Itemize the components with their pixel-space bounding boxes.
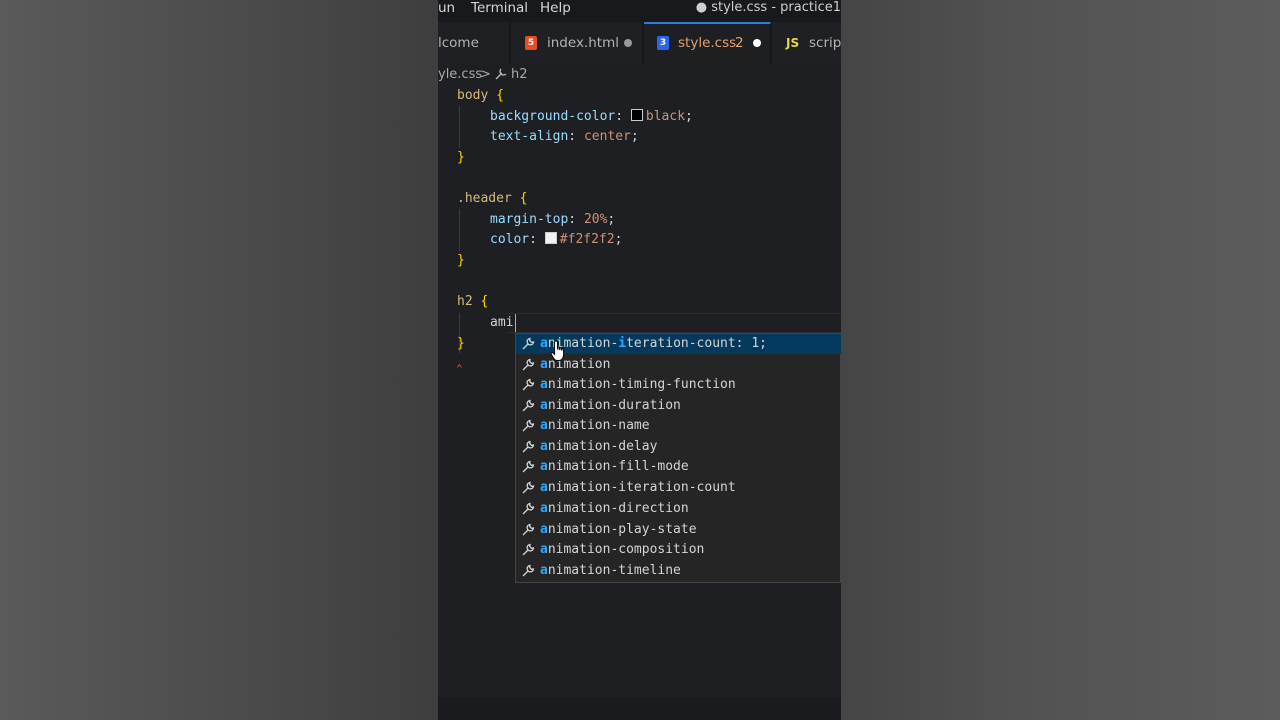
tab-welcome[interactable]: lcome — [438, 22, 510, 64]
code-line-3: text-align: center; — [490, 129, 639, 144]
suggest-item[interactable]: animation-direction — [516, 499, 841, 519]
color-swatch[interactable] — [630, 109, 643, 121]
video-backdrop-left — [0, 0, 438, 720]
menu-bar: un Terminal Help ● style.css - practice1 — [438, 0, 841, 22]
bottom-panel — [438, 697, 841, 720]
symbol-icon — [493, 66, 509, 86]
code-line-11: h2 { — [457, 294, 489, 309]
tab-label: style.css — [678, 35, 737, 51]
wrench-icon — [522, 440, 535, 453]
hand-pointer-cursor-icon — [550, 340, 564, 361]
wrench-icon — [522, 419, 535, 432]
code-line-1: body { — [457, 88, 504, 103]
menu-run[interactable]: un — [438, 0, 455, 16]
suggest-item[interactable]: animation-timing-function — [516, 375, 841, 395]
unsaved-dot-icon[interactable] — [624, 39, 632, 47]
suggest-item[interactable]: animation-duration — [516, 396, 841, 416]
indent-guide — [459, 209, 460, 251]
suggest-item[interactable]: animation-play-state — [516, 520, 841, 540]
current-line-highlight — [507, 313, 841, 333]
suggest-item[interactable]: animation-name — [516, 416, 841, 436]
tab-label: index.html — [547, 35, 619, 51]
wrench-icon — [522, 358, 535, 371]
code-line-2: background-color: black; — [490, 109, 693, 124]
wrench-icon — [522, 502, 535, 515]
color-swatch[interactable] — [544, 232, 557, 244]
video-backdrop-right — [841, 0, 1280, 720]
menu-help[interactable]: Help — [540, 0, 571, 16]
autocomplete-suggest-widget: animation-iteration-count: 1; animation … — [515, 333, 841, 583]
suggest-item[interactable]: animation-iteration-count — [516, 478, 841, 498]
code-line-6: .header { — [457, 191, 528, 206]
tab-label: script — [809, 35, 841, 51]
tab-style-css[interactable]: 3 style.css 2 — [644, 22, 771, 64]
tab-script-js[interactable]: JS script — [772, 22, 841, 64]
css3-icon: 3 — [657, 36, 669, 50]
suggest-item[interactable]: animation-fill-mode — [516, 457, 841, 477]
code-line-4: } — [457, 150, 465, 165]
code-line-8: color: #f2f2f2; — [490, 232, 623, 247]
wrench-icon — [522, 337, 535, 350]
code-line-7: margin-top: 20%; — [490, 212, 616, 227]
code-line-12: ami — [490, 315, 514, 330]
tab-index-html[interactable]: 5 index.html — [511, 22, 643, 64]
wrench-icon — [522, 523, 535, 536]
breadcrumb-symbol[interactable]: h2 — [511, 67, 528, 82]
menu-terminal[interactable]: Terminal — [471, 0, 528, 16]
tab-label: lcome — [438, 35, 479, 51]
html5-icon: 5 — [525, 36, 537, 50]
suggest-item[interactable]: animation-delay — [516, 437, 841, 457]
breadcrumb-separator: > — [480, 67, 491, 82]
suggest-item[interactable]: animation-timeline — [516, 561, 841, 581]
suggest-item[interactable]: animation-composition — [516, 540, 841, 560]
unsaved-dot-icon[interactable] — [753, 39, 761, 47]
window-title: ● style.css - practice1 — [695, 0, 841, 15]
code-editor-window: un Terminal Help ● style.css - practice1… — [438, 0, 841, 720]
wrench-icon — [522, 399, 535, 412]
error-squiggle: ⌃ — [456, 362, 463, 375]
editor-tab-bar: lcome 5 index.html 3 style.css 2 JS scri… — [438, 22, 841, 64]
problems-count-badge: 2 — [735, 35, 744, 51]
js-icon: JS — [786, 36, 800, 50]
code-line-13: } — [457, 336, 465, 351]
text-cursor — [515, 314, 516, 332]
wrench-icon — [522, 460, 535, 473]
breadcrumb: yle.css > h2 — [438, 64, 841, 86]
wrench-icon — [522, 378, 535, 391]
wrench-icon — [522, 564, 535, 577]
code-line-9: } — [457, 253, 465, 268]
wrench-icon — [522, 481, 535, 494]
wrench-icon — [522, 543, 535, 556]
indent-guide — [459, 106, 460, 148]
breadcrumb-file[interactable]: yle.css — [438, 67, 482, 82]
